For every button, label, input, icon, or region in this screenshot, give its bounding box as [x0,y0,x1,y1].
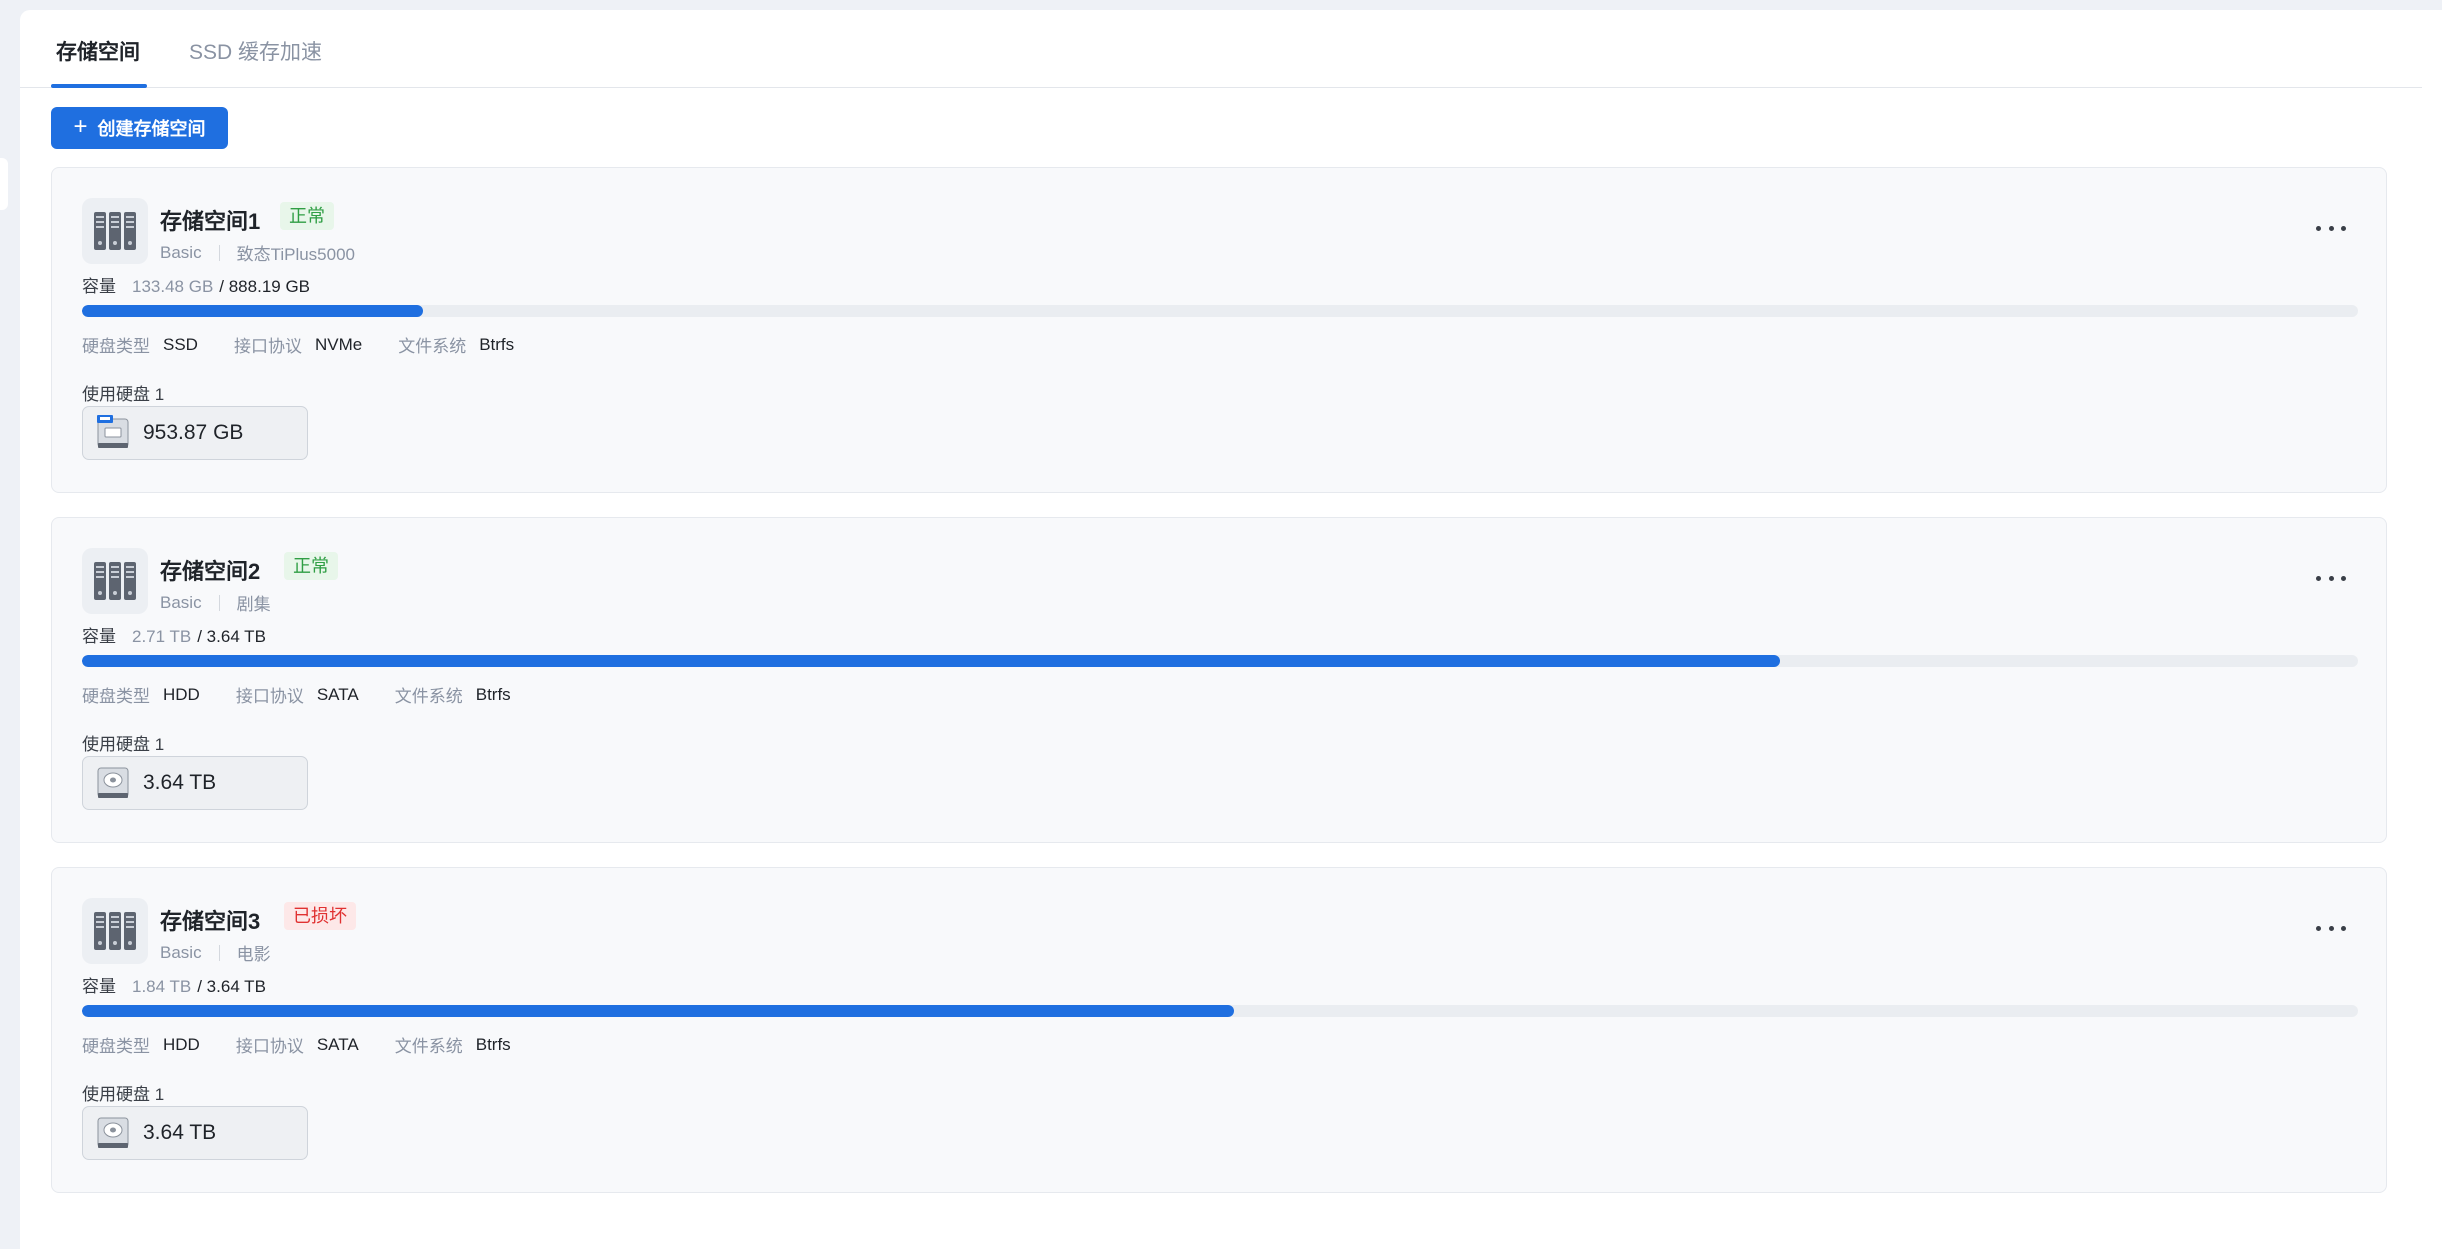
capacity-total: / 888.19 GB [219,277,311,296]
dot [2341,225,2346,231]
create-storage-button[interactable]: + 创建存储空间 [51,107,228,149]
filesystem-value: Btrfs [475,684,511,704]
disk-size: 953.87 GB [143,421,244,444]
pool-subtitle: Basic 电影 [160,940,271,965]
disk-chip[interactable]: 953.87 GB [82,406,308,460]
disks-used-label: 使用硬盘 1 [82,1085,165,1104]
pool-properties: 硬盘类型 SSD 接口协议 NVMe 文件系统 Btrfs [82,332,550,357]
capacity-used: 2.71 TB [132,627,192,646]
disks-used-label: 使用硬盘 1 [82,735,165,754]
disk-type-label: 硬盘类型 [82,337,150,356]
protocol-value: SATA [316,1034,359,1054]
capacity-progress-bar [82,655,2358,667]
capacity-used: 133.48 GB [132,277,214,296]
more-options-button[interactable] [2316,568,2346,588]
tab-bar: 存储空间 SSD 缓存加速 [20,10,2422,88]
capacity-row: 容量 1.84 TB / 3.64 TB [82,972,266,997]
capacity-label: 容量 [82,627,116,646]
server-rack-icon [82,898,148,964]
protocol-value: SATA [316,684,359,704]
protocol-label: 接口协议 [235,687,304,706]
disk-type-value: HDD [163,684,200,704]
status-badge: 已损坏 [284,902,356,930]
protocol-label: 接口协议 [235,1037,304,1056]
status-badge: 正常 [284,552,338,580]
capacity-progress-fill [82,1005,1234,1017]
subtitle-divider [218,244,220,261]
raid-type: Basic [160,592,202,612]
disk-chip[interactable]: 3.64 TB [82,1106,308,1160]
dot [2316,575,2321,581]
disk-size: 3.64 TB [143,771,217,794]
dot [2341,925,2346,931]
pool-properties: 硬盘类型 HDD 接口协议 SATA 文件系统 Btrfs [82,682,547,707]
filesystem-value: Btrfs [479,334,515,354]
disk-chip[interactable]: 3.64 TB [82,756,308,810]
pool-description: 电影 [236,945,271,964]
capacity-used: 1.84 TB [132,977,192,996]
filesystem-label: 文件系统 [394,1037,463,1056]
dot [2341,575,2346,581]
plus-icon: + [73,113,88,140]
subtitle-divider [218,944,220,961]
capacity-row: 容量 2.71 TB / 3.64 TB [82,622,266,647]
more-options-button[interactable] [2316,918,2346,938]
sidebar-collapse-handle[interactable] [0,158,8,210]
storage-pool-card: 存储空间2 正常 Basic 剧集 容量 2.71 TB / 3.64 TB 硬… [51,517,2387,843]
capacity-label: 容量 [82,277,116,296]
capacity-progress-fill [82,305,424,317]
storage-pool-card: 存储空间1 正常 Basic 致态TiPlus5000 容量 133.48 GB… [51,167,2387,493]
subtitle-divider [218,594,220,611]
create-storage-label: 创建存储空间 [97,119,206,139]
dot [2316,225,2321,231]
tab-storage-space[interactable]: 存储空间 [56,36,140,66]
pool-name: 存储空间3 [160,909,261,934]
dot [2316,925,2321,931]
dot [2328,225,2334,231]
disk-type-value: SSD [163,334,198,354]
capacity-label: 容量 [82,977,116,996]
pool-subtitle: Basic 剧集 [160,590,271,615]
capacity-row: 容量 133.48 GB / 888.19 GB [82,272,310,297]
storage-pool-card: 存储空间3 已损坏 Basic 电影 容量 1.84 TB / 3.64 TB … [51,867,2387,1193]
capacity-total: / 3.64 TB [197,977,266,996]
server-rack-icon [82,198,148,264]
more-options-button[interactable] [2316,218,2346,238]
storage-panel: 存储空间 SSD 缓存加速 + 创建存储空间 存储空间1 正常 Basic 致态… [20,10,2442,1249]
disk-type-value: HDD [163,1034,200,1054]
hdd-icon [97,1115,129,1151]
nvme-ssd-icon [97,415,129,451]
dot [2328,925,2334,931]
pool-name: 存储空间2 [160,559,261,584]
dot [2328,575,2334,581]
disks-used-label: 使用硬盘 1 [82,385,165,404]
pool-name: 存储空间1 [160,209,261,234]
active-tab-indicator [51,84,147,88]
capacity-progress-bar [82,1005,2358,1017]
status-badge: 正常 [280,202,334,230]
pool-subtitle: Basic 致态TiPlus5000 [160,240,355,265]
filesystem-label: 文件系统 [394,687,463,706]
disk-type-label: 硬盘类型 [82,1037,150,1056]
server-rack-icon [82,548,148,614]
hdd-icon [97,765,129,801]
disk-size: 3.64 TB [143,1121,217,1144]
protocol-value: NVMe [314,334,363,354]
filesystem-label: 文件系统 [398,337,467,356]
protocol-label: 接口协议 [233,337,302,356]
pool-description: 剧集 [236,595,271,614]
capacity-progress-fill [82,655,1780,667]
pool-description: 致态TiPlus5000 [236,245,355,264]
pool-properties: 硬盘类型 HDD 接口协议 SATA 文件系统 Btrfs [82,1032,547,1057]
raid-type: Basic [160,942,202,962]
capacity-total: / 3.64 TB [197,627,266,646]
filesystem-value: Btrfs [475,1034,511,1054]
raid-type: Basic [160,242,202,262]
capacity-progress-bar [82,305,2358,317]
disk-type-label: 硬盘类型 [82,687,150,706]
tab-ssd-cache[interactable]: SSD 缓存加速 [189,36,322,66]
